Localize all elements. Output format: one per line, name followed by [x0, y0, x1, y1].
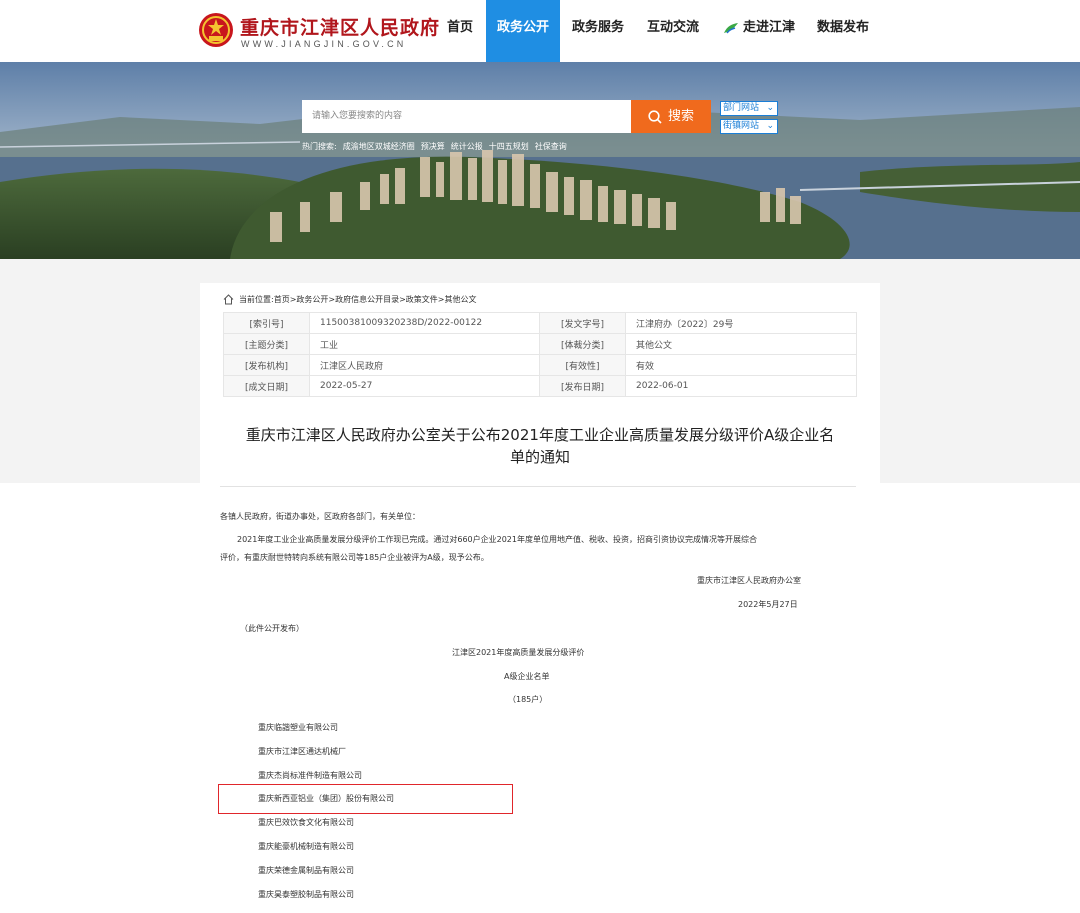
meta-key: [索引号] [223, 312, 310, 334]
document-title: 重庆市江津区人民政府办公室关于公布2021年度工业企业高质量发展分级评价A级企业… [222, 424, 858, 468]
meta-key: [发文字号] [539, 312, 626, 334]
list-item: 重庆能豪机械制造有限公司 [258, 841, 354, 851]
meta-value: 2022-06-01 [625, 375, 857, 397]
hot-term[interactable]: 社保查询 [535, 142, 567, 151]
publish-note: （此件公开发布） [240, 624, 304, 633]
meta-key: [有效性] [539, 354, 626, 376]
chevron-down-icon: ⌄ [766, 103, 774, 113]
hero-banner [0, 62, 1080, 259]
meta-key: [发布机构] [223, 354, 310, 376]
meta-key: [体裁分类] [539, 333, 626, 355]
department-site-select[interactable]: 部门网站 ⌄ [720, 101, 778, 116]
company-list: 重庆临諧塑业有限公司 重庆市江津区通达机械厂 重庆杰尚标准件制造有限公司 重庆新… [258, 723, 394, 913]
search-icon [648, 109, 662, 124]
sign-date: 2022年5月27日 [738, 600, 798, 609]
search-button-label: 搜索 [667, 109, 694, 124]
hot-term[interactable]: 成渝地区双城经济圈 [343, 142, 415, 151]
list-title: 江津区2021年度高质量发展分级评价 [452, 648, 585, 657]
nav-services[interactable]: 政务服务 [568, 0, 628, 62]
salutation: 各镇人民政府，街道办事处，区政府各部门，有关单位： [220, 512, 420, 521]
signer: 重庆市江津区人民政府办公室 [697, 576, 801, 585]
breadcrumb: 当前位置:首页>政务公开>政府信息公开目录>政策文件>其他公文 [223, 294, 477, 305]
hot-search-row: 热门搜索: 成渝地区双城经济圈 预决算 统计公报 十四五规划 社保查询 [302, 141, 573, 152]
national-emblem-icon[interactable] [198, 12, 234, 48]
list-item: 重庆荣德金属制品有限公司 [258, 865, 354, 875]
meta-key: [主题分类] [223, 333, 310, 355]
list-item: 重庆临諧塑业有限公司 [258, 723, 338, 732]
street-site-select[interactable]: 街镇网站 ⌄ [720, 119, 778, 134]
site-header: 重庆市江津区人民政府 WWW.JIANGJIN.GOV.CN 首页 政务公开 政… [0, 0, 1080, 62]
title-divider [220, 486, 856, 487]
breadcrumb-path[interactable]: 首页>政务公开>政府信息公开目录>政策文件>其他公文 [274, 295, 477, 304]
nav-interaction[interactable]: 互动交流 [643, 0, 703, 62]
list-count: （185户） [508, 695, 548, 704]
table-row: [成文日期] 2022-05-27 [发布日期] 2022-06-01 [223, 375, 857, 397]
meta-key: [发布日期] [539, 375, 626, 397]
list-item: 重庆市江津区通达机械厂 [258, 746, 346, 756]
search-button[interactable]: 搜索 [631, 100, 711, 133]
meta-value: 有效 [625, 354, 857, 376]
hot-search-label: 热门搜索: [302, 142, 337, 151]
breadcrumb-label: 当前位置: [239, 295, 274, 304]
list-subtitle: A级企业名单 [504, 672, 550, 681]
site-title[interactable]: 重庆市江津区人民政府 [240, 13, 440, 40]
meta-value: 2022-05-27 [309, 375, 540, 397]
meta-value: 江津府办〔2022〕29号 [625, 312, 857, 334]
table-row: [索引号] 11500381009320238D/2022-00122 [发文字… [223, 312, 857, 334]
city-panorama-image [0, 62, 1080, 259]
street-site-label: 街镇网站 [723, 121, 760, 131]
list-item: 重庆昊泰塑胶制品有限公司 [258, 889, 354, 899]
hot-term[interactable]: 预决算 [421, 142, 445, 151]
chevron-down-icon: ⌄ [766, 121, 774, 131]
document-title-line: 单的通知 [509, 448, 570, 466]
meta-value: 江津区人民政府 [309, 354, 540, 376]
body-paragraph: 评价，有重庆耐世特转向系统有限公司等185户企业被评为A级，现予公布。 [220, 553, 489, 562]
meta-value: 工业 [309, 333, 540, 355]
nav-data-release[interactable]: 数据发布 [814, 0, 872, 62]
hot-term[interactable]: 十四五规划 [489, 142, 529, 151]
nav-explore-label: 走进江津 [742, 20, 795, 35]
department-site-label: 部门网站 [723, 103, 760, 113]
site-domain: WWW.JIANGJIN.GOV.CN [241, 39, 407, 49]
leaf-icon [723, 22, 738, 33]
list-item: 重庆巴效饮食文化有限公司 [258, 818, 354, 828]
body-paragraph: 2021年度工业企业高质量发展分级评价工作现已完成。通过对660户企业2021年… [237, 535, 757, 544]
nav-explore-jiangjin[interactable]: 走进江津 [720, 0, 798, 62]
meta-key: [成文日期] [223, 375, 310, 397]
search-input[interactable]: 请输入您要搜索的内容 [302, 100, 631, 133]
document-metadata-table: [索引号] 11500381009320238D/2022-00122 [发文字… [223, 312, 857, 397]
document-title-line: 重庆市江津区人民政府办公室关于公布2021年度工业企业高质量发展分级评价A级企业… [245, 426, 835, 444]
nav-home[interactable]: 首页 [440, 0, 480, 62]
table-row: [发布机构] 江津区人民政府 [有效性] 有效 [223, 354, 857, 376]
nav-government-affairs[interactable]: 政务公开 [486, 0, 560, 62]
meta-value: 11500381009320238D/2022-00122 [309, 312, 540, 334]
table-row: [主题分类] 工业 [体裁分类] 其他公文 [223, 333, 857, 355]
meta-value: 其他公文 [625, 333, 857, 355]
highlight-annotation-box [218, 784, 513, 814]
home-icon [223, 294, 234, 305]
hot-term[interactable]: 统计公报 [451, 142, 483, 151]
